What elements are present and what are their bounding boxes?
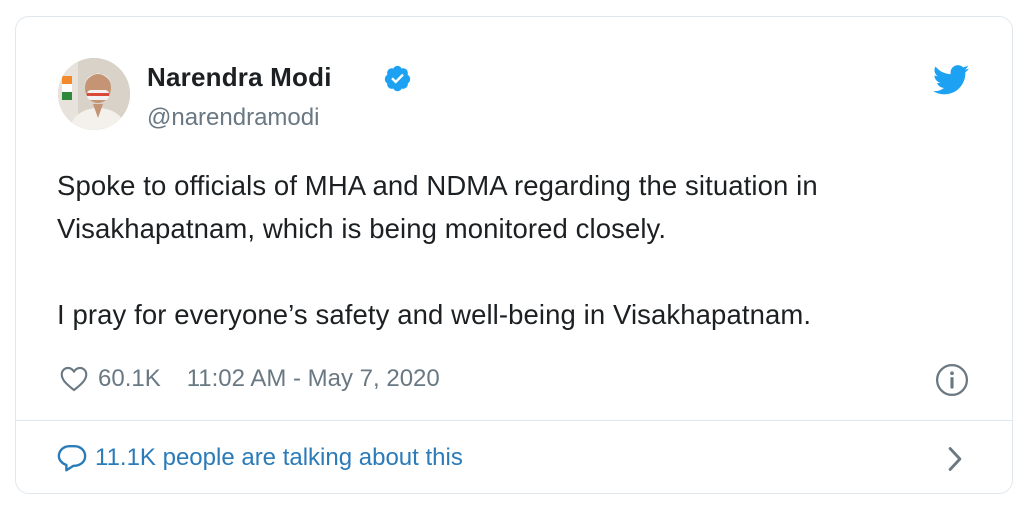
tweet-paragraph: Spoke to officials of MHA and NDMA regar… <box>57 170 818 244</box>
author-name[interactable]: Narendra Modi <box>147 61 332 93</box>
avatar-image <box>58 58 130 130</box>
heart-icon[interactable] <box>60 366 88 392</box>
chevron-right-icon[interactable] <box>945 445 965 473</box>
tweet-paragraph: I pray for everyone’s safety and well-be… <box>57 299 812 330</box>
talking-about-link[interactable]: 11.1K people are talking about this <box>57 441 463 475</box>
info-icon[interactable] <box>935 363 969 397</box>
tweet-meta: 60.1K 11:02 AM - May 7, 2020 <box>60 362 440 396</box>
twitter-bird-icon[interactable] <box>933 65 969 95</box>
speech-bubble-icon <box>57 444 87 472</box>
tweet-timestamp[interactable]: 11:02 AM - May 7, 2020 <box>187 365 440 393</box>
tweet-text: Spoke to officials of MHA and NDMA regar… <box>57 164 977 336</box>
author-handle[interactable]: @narendramodi <box>147 103 319 133</box>
divider <box>16 420 1012 421</box>
talking-about-label: 11.1K people are talking about this <box>95 444 463 471</box>
verified-badge-icon <box>384 65 411 92</box>
avatar[interactable] <box>58 58 130 130</box>
like-count[interactable]: 60.1K <box>98 365 161 393</box>
tweet-card: Narendra Modi @narendramodi Spoke to off… <box>15 16 1013 494</box>
